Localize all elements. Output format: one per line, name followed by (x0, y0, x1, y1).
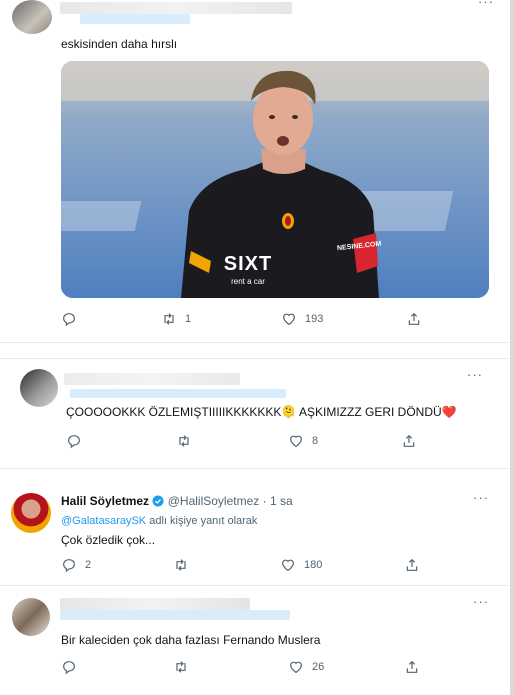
tweet-actions: 8 (66, 433, 466, 453)
retweet-button[interactable] (176, 433, 200, 449)
tweet-3[interactable]: Halil Söyletmez @HalilSoyletmez · 1 sa ·… (0, 469, 514, 579)
tweet-actions: 2 180 (61, 557, 461, 577)
tweet-2[interactable]: ··· ÇOOOOOKKK ÖZLEMIŞTIIIIIKKKKKKK🫠 AŞKI… (0, 359, 514, 459)
reply-button[interactable] (61, 311, 85, 327)
tweet-text: Bir kaleciden çok daha fazlası Fernando … (61, 633, 321, 647)
retweet-icon (164, 313, 174, 325)
tweet-text: Çok özledik çok... (61, 533, 156, 547)
reply-icon (63, 559, 75, 573)
like-button[interactable]: 26 (288, 659, 324, 675)
like-icon (283, 313, 295, 326)
retweet-icon (179, 435, 189, 447)
like-button[interactable]: 193 (281, 311, 323, 327)
retweet-button[interactable] (173, 557, 197, 573)
share-button[interactable] (404, 659, 428, 675)
tweet-1[interactable]: ··· eskisinden daha hırslı SIXT rent a c… (0, 0, 514, 340)
retweet-button[interactable] (173, 659, 197, 675)
more-icon[interactable]: ··· (473, 490, 489, 505)
retweet-icon (176, 661, 186, 673)
share-icon (406, 660, 418, 673)
tweet-actions: 26 (61, 659, 461, 679)
retweet-button[interactable]: 1 (161, 311, 191, 327)
tweet-text: eskisinden daha hırslı (61, 37, 178, 51)
sponsor-subtext: rent a car (231, 277, 265, 286)
author-line: Halil Söyletmez @HalilSoyletmez · 1 sa (61, 494, 293, 509)
reply-icon (63, 313, 75, 327)
more-icon[interactable]: ··· (467, 367, 483, 382)
share-button[interactable] (404, 557, 428, 573)
share-icon (403, 434, 415, 447)
like-icon (282, 559, 294, 572)
sponsor-logo: SIXT (223, 253, 273, 275)
avatar[interactable] (20, 369, 58, 407)
retweet-icon (176, 559, 186, 571)
reply-button[interactable] (61, 659, 85, 675)
tweet-photo[interactable]: SIXT rent a car NESINE.COM (61, 61, 489, 298)
author-handle[interactable]: @HalilSoyletmez (168, 494, 260, 508)
reply-button[interactable] (66, 433, 90, 449)
like-button[interactable]: 180 (280, 557, 322, 573)
verified-icon (152, 495, 164, 507)
reply-to-link[interactable]: @GalatasaraySK (61, 515, 146, 527)
blurred-handle (80, 14, 190, 24)
share-icon (406, 558, 418, 571)
scrollbar-track[interactable] (510, 0, 514, 695)
reply-context: @GalatasaraySK adlı kişiye yanıt olarak (61, 515, 258, 527)
like-button[interactable]: 8 (288, 433, 318, 449)
share-button[interactable] (401, 433, 425, 449)
tweet-time[interactable]: · 1 sa (263, 494, 293, 508)
divider (0, 342, 510, 343)
reply-icon (68, 435, 80, 449)
share-icon (408, 312, 420, 325)
blurred-handle (70, 389, 286, 398)
reply-icon (63, 661, 75, 675)
like-icon (290, 661, 302, 674)
author-name[interactable]: Halil Söyletmez (61, 494, 149, 508)
share-button[interactable] (406, 311, 430, 327)
tweet-actions: 1 193 (61, 311, 461, 331)
blurred-username (60, 2, 292, 14)
more-icon[interactable]: ··· (473, 594, 489, 609)
like-icon (290, 435, 302, 448)
blurred-username (64, 373, 240, 385)
avatar[interactable] (12, 598, 50, 636)
avatar[interactable] (12, 0, 52, 34)
avatar[interactable] (11, 493, 51, 533)
more-icon[interactable]: ··· (478, 0, 494, 9)
blurred-username (60, 598, 250, 610)
reply-button[interactable]: 2 (61, 557, 91, 573)
tweet-4[interactable]: ··· Bir kaleciden çok daha fazlası Ferna… (0, 586, 514, 695)
tweet-text: ÇOOOOOKKK ÖZLEMIŞTIIIIIKKKKKKK🫠 AŞKIMIZZ… (66, 405, 457, 419)
blurred-handle (60, 610, 290, 620)
